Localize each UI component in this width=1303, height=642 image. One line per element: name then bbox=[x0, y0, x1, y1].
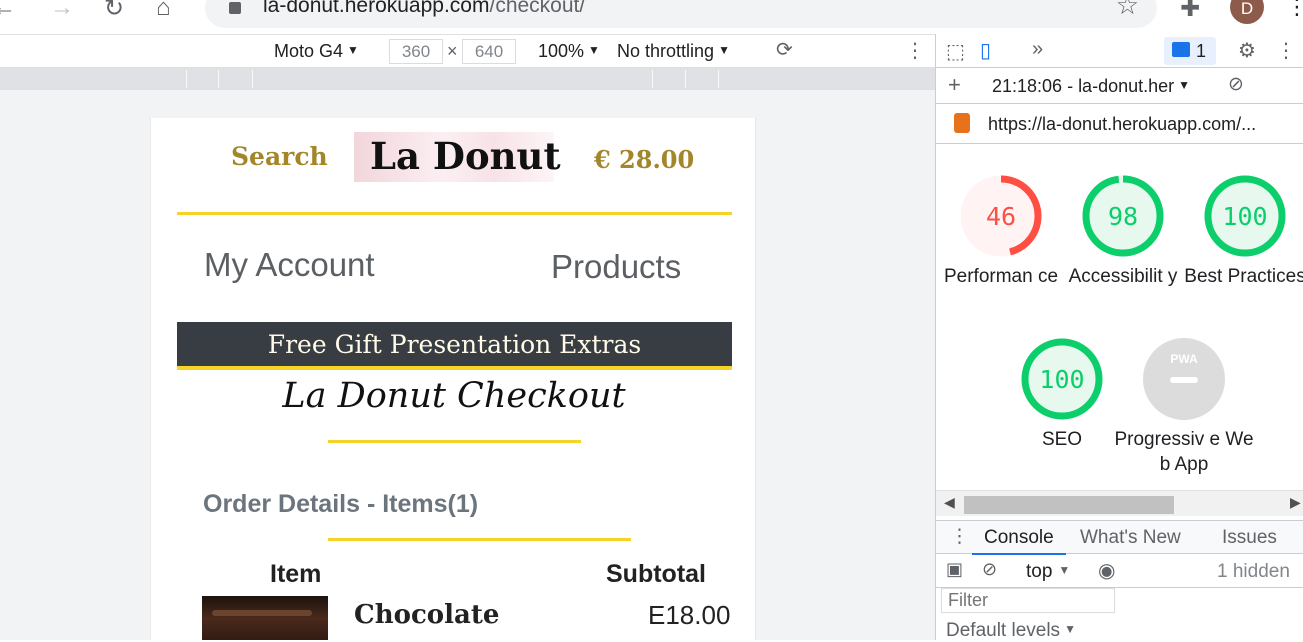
order-divider bbox=[328, 538, 631, 541]
drawer-tabbar: ⋮ Console What's New Issues bbox=[936, 520, 1303, 555]
devtools-tabbar: ⬚ ▯ » 1 ⚙ ⋮ bbox=[936, 34, 1303, 68]
gauge-best-practices[interactable]: 100 Best Practices bbox=[1175, 174, 1303, 289]
performance-label: Performan ce bbox=[943, 266, 1059, 287]
site-logo[interactable]: La Donut bbox=[354, 132, 561, 182]
console-toolbar: ▣ ⊘ top ▼ ◉ 1 hidden bbox=[936, 554, 1303, 588]
forward-arrow-icon[interactable]: → bbox=[50, 0, 74, 22]
best-practices-score: 100 bbox=[1222, 202, 1267, 231]
lighthouse-report-bar: + 21:18:06 - la-donut.her ▼ ⊘ bbox=[936, 68, 1303, 104]
column-subtotal: Subtotal bbox=[606, 560, 706, 588]
emulated-page: Search La Donut € 28.00 My Account Produ… bbox=[150, 118, 756, 640]
tab-whats-new[interactable]: What's New bbox=[1080, 527, 1181, 549]
performance-gauge-ring: 46 bbox=[960, 175, 1042, 257]
clear-console-icon[interactable]: ⊘ bbox=[982, 559, 997, 580]
product-name: Chocolate bbox=[354, 600, 500, 630]
console-filter-input[interactable] bbox=[941, 588, 1115, 613]
seo-score: 100 bbox=[1039, 365, 1084, 394]
sidebar-toggle-icon[interactable]: ▣ bbox=[946, 559, 963, 580]
profile-avatar[interactable]: D bbox=[1230, 0, 1264, 24]
column-item: Item bbox=[270, 560, 322, 588]
device-select[interactable]: Moto G4 ▼ bbox=[274, 41, 359, 62]
nav-products[interactable]: Products bbox=[551, 248, 681, 286]
address-bar[interactable]: la-donut.herokuapp.com/checkout/ ☆ bbox=[205, 0, 1157, 28]
issues-count: 1 bbox=[1196, 41, 1207, 61]
pwa-label: Progressiv e Web App bbox=[1114, 429, 1254, 475]
browser-menu-icon[interactable]: ⋮ bbox=[1286, 0, 1303, 20]
pwa-badge-icon: PWA bbox=[1143, 338, 1225, 420]
rotate-icon[interactable]: ⟳ bbox=[776, 37, 793, 62]
svg-text:PWA: PWA bbox=[1170, 352, 1198, 366]
context-select[interactable]: top ▼ bbox=[1026, 561, 1070, 583]
accessibility-score: 98 bbox=[1108, 202, 1138, 231]
issues-button[interactable]: 1 bbox=[1164, 37, 1216, 65]
tab-console[interactable]: Console bbox=[972, 527, 1066, 555]
header-divider bbox=[177, 212, 732, 215]
device-toggle-icon[interactable]: ▯ bbox=[980, 38, 991, 63]
scroll-right-arrow-icon[interactable]: ▶ bbox=[1290, 494, 1301, 511]
drawer-menu-icon[interactable]: ⋮ bbox=[950, 525, 969, 548]
gauge-accessibility[interactable]: 98 Accessibilit y bbox=[1053, 174, 1193, 289]
add-report-icon[interactable]: + bbox=[948, 72, 961, 98]
page-title: La Donut Checkout bbox=[282, 376, 626, 416]
media-query-ruler[interactable] bbox=[0, 68, 935, 90]
report-url[interactable]: https://la-donut.herokuapp.com/... bbox=[988, 114, 1288, 135]
order-details-heading: Order Details - Items(1) bbox=[203, 490, 479, 518]
settings-gear-icon[interactable]: ⚙ bbox=[1238, 38, 1256, 63]
lighthouse-icon bbox=[954, 113, 970, 133]
devtools-menu-icon[interactable]: ⋮ bbox=[1276, 38, 1296, 63]
clear-report-icon[interactable]: ⊘ bbox=[1228, 73, 1244, 96]
home-icon[interactable]: ⌂ bbox=[156, 0, 171, 22]
search-link[interactable]: Search bbox=[231, 142, 328, 171]
browser-chrome: ← → ↻ ⌂ la-donut.herokuapp.com/checkout/… bbox=[0, 0, 1303, 34]
address-url[interactable]: la-donut.herokuapp.com/checkout/ bbox=[263, 0, 585, 18]
seo-gauge-ring: 100 bbox=[1021, 338, 1103, 420]
nav-my-account[interactable]: My Account bbox=[204, 246, 375, 284]
performance-score: 46 bbox=[986, 202, 1016, 231]
device-toolbar: Moto G4 ▼ 360 × 640 100% ▼ No throttling ▼ … bbox=[0, 34, 935, 68]
cart-total[interactable]: € 28.00 bbox=[594, 145, 694, 174]
gauge-seo[interactable]: 100 SEO bbox=[992, 337, 1132, 452]
extensions-icon[interactable]: ✚ bbox=[1180, 0, 1200, 23]
reload-icon[interactable]: ↻ bbox=[104, 0, 124, 23]
horizontal-scrollbar[interactable]: ◀ ▶ bbox=[936, 490, 1303, 516]
lock-icon[interactable] bbox=[229, 2, 241, 14]
gauge-performance[interactable]: 46 Performan ce bbox=[931, 174, 1071, 289]
accessibility-gauge-ring: 98 bbox=[1082, 175, 1164, 257]
bookmark-star-icon[interactable]: ☆ bbox=[1116, 0, 1139, 21]
hidden-count[interactable]: 1 hidden bbox=[1217, 561, 1290, 583]
viewport-width-input[interactable]: 360 bbox=[389, 39, 443, 64]
product-thumbnail bbox=[202, 596, 328, 640]
issues-flag-icon bbox=[1172, 42, 1190, 57]
back-arrow-icon[interactable]: ← bbox=[0, 0, 16, 22]
viewport-height-input[interactable]: 640 bbox=[462, 39, 516, 64]
scroll-left-arrow-icon[interactable]: ◀ bbox=[944, 494, 955, 511]
title-divider bbox=[328, 440, 581, 443]
lighthouse-url-bar: https://la-donut.herokuapp.com/... bbox=[936, 104, 1303, 144]
live-expression-eye-icon[interactable]: ◉ bbox=[1098, 558, 1115, 583]
devtools-panel: ⬚ ▯ » 1 ⚙ ⋮ + 21:18:06 - la-donut.her ▼ ⊘… bbox=[935, 34, 1303, 642]
seo-label: SEO bbox=[1041, 429, 1083, 450]
best-practices-gauge-ring: 100 bbox=[1204, 175, 1286, 257]
accessibility-label: Accessibilit y bbox=[1068, 266, 1178, 287]
product-subtotal: E18.00 bbox=[648, 600, 731, 630]
best-practices-label: Best Practices bbox=[1184, 266, 1303, 287]
report-select[interactable]: 21:18:06 - la-donut.her ▼ bbox=[992, 76, 1190, 97]
more-tabs-button[interactable]: » bbox=[1032, 38, 1043, 61]
zoom-select[interactable]: 100% ▼ bbox=[538, 41, 600, 62]
inspect-element-icon[interactable]: ⬚ bbox=[946, 39, 965, 64]
log-levels-select[interactable]: Default levels ▼ bbox=[946, 620, 1076, 642]
gauge-pwa[interactable]: PWA Progressiv e Web App bbox=[1114, 337, 1254, 477]
gift-banner[interactable]: Free Gift Presentation Extras bbox=[177, 322, 732, 370]
tab-issues[interactable]: Issues bbox=[1222, 527, 1277, 549]
dimension-separator: × bbox=[447, 41, 458, 61]
throttling-select[interactable]: No throttling ▼ bbox=[617, 41, 730, 62]
scrollbar-thumb[interactable] bbox=[964, 496, 1174, 514]
device-menu-icon[interactable]: ⋮ bbox=[905, 38, 925, 63]
